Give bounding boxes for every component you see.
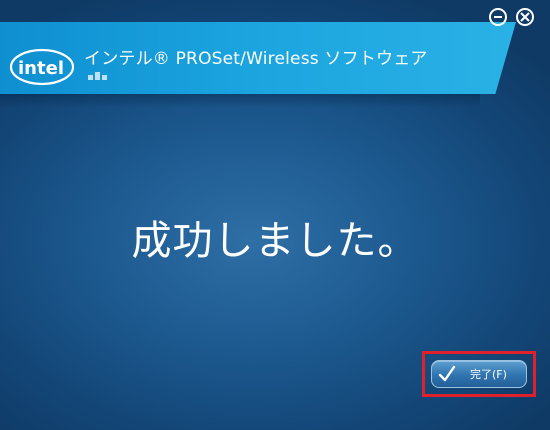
done-button-highlight: 完了(F)	[422, 351, 536, 397]
app-version-redacted	[88, 72, 107, 80]
intel-logo-text: intel	[18, 58, 64, 79]
header-shadow	[0, 94, 480, 108]
intel-logo: intel	[9, 48, 75, 86]
close-button[interactable]	[516, 8, 534, 26]
done-button-label: 完了(F)	[470, 368, 507, 381]
installer-window: intel インテル® PROSet/Wireless ソフトウェア 成功しまし…	[0, 0, 550, 430]
checkmark-icon	[438, 365, 456, 382]
minimize-button[interactable]	[489, 8, 507, 26]
success-message: 成功しました。	[131, 218, 419, 264]
close-icon	[520, 12, 530, 22]
app-title: インテル® PROSet/Wireless ソフトウェア	[84, 49, 428, 69]
done-button[interactable]: 完了(F)	[431, 360, 527, 388]
